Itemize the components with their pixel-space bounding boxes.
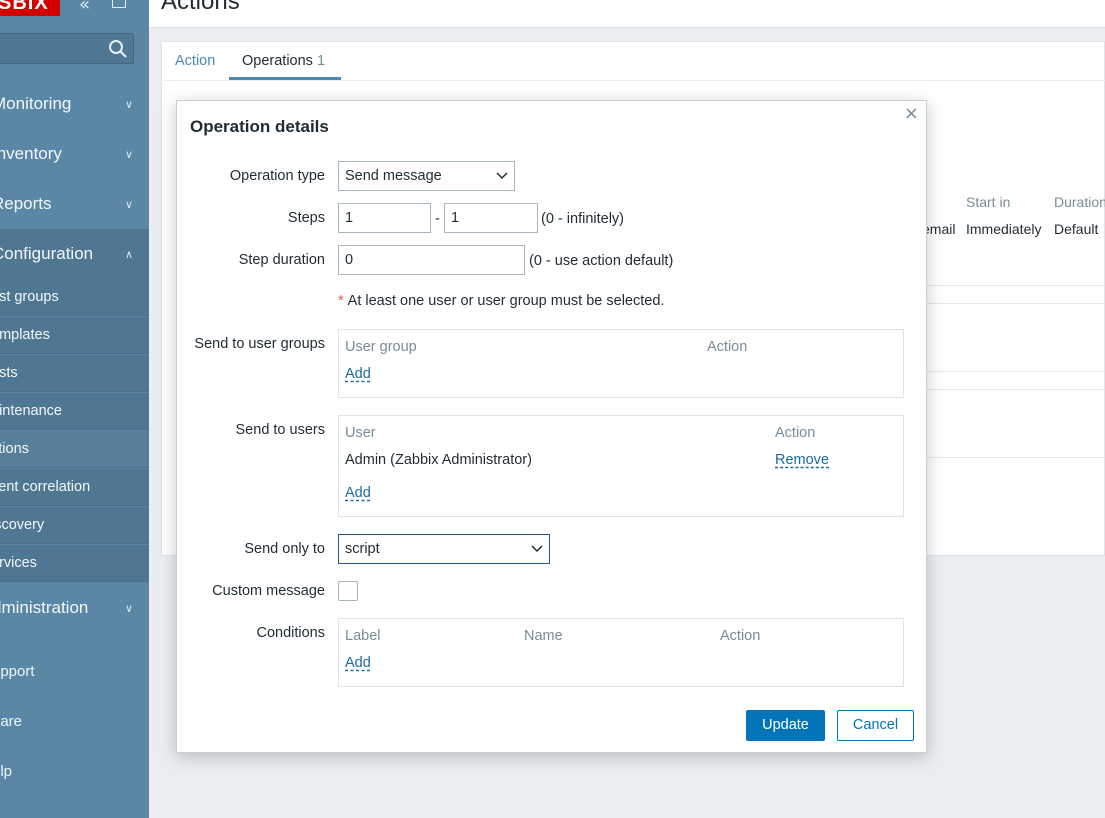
menu-administration-label: dministration [0,598,89,617]
dialog-title: Operation details [190,117,329,136]
user-groups-table: User group Action Add [338,329,904,398]
custom-message-checkbox[interactable] [338,581,358,601]
step-duration-hint: (0 - use action default) [529,253,674,269]
required-note: * At least one user or user group must be… [338,293,664,309]
add-user-link[interactable]: Add [345,485,371,501]
sidebar-item-hosts[interactable]: osts [0,355,149,392]
steps-hint: (0 - infinitely) [541,211,624,227]
custom-message-label: Custom message [212,583,325,599]
page-title: Actions [161,0,240,15]
close-icon[interactable]: × [904,103,919,124]
tab-operations[interactable]: Operations 1 [242,53,325,69]
menu-configuration-label: Configuration [0,244,94,263]
sidebar-item-actions[interactable]: ctions [0,431,149,468]
menu-configuration[interactable]: Configuration ∧ [0,229,149,279]
divider [926,457,1105,458]
divider [926,371,1105,372]
column-header-action: Action [775,425,816,441]
sidebar-item-discovery[interactable]: iscovery [0,507,149,544]
send-only-to-value: script [345,541,380,557]
collapse-sidebar-icon[interactable]: « [79,0,90,15]
column-header-action: Action [720,628,761,644]
steps-label: Steps [287,210,325,226]
chevron-down-icon [531,545,543,553]
chevron-up-icon: ∧ [124,248,133,261]
divider [926,285,1105,286]
header-bar [149,0,1105,28]
conditions-label: Conditions [256,625,325,641]
user-groups-label: Send to user groups [194,336,325,352]
sidebar-item-maintenance[interactable]: aintenance [0,393,149,430]
steps-from-input[interactable]: 1 [338,203,431,233]
operation-details-dialog: Operation details × Operation type Send … [176,100,927,753]
send-only-to-label: Send only to [244,541,325,557]
sidebar: SBIX « Monitoring ∨ Inventory ∨ Reports … [0,0,149,818]
tabs-bar: Action Operations 1 [161,41,1105,81]
sidebar-support-link[interactable]: upport [0,663,35,680]
step-duration-input[interactable]: 0 [338,245,525,275]
menu-monitoring-label: Monitoring [0,94,72,113]
operation-cell-start: Immediately [966,221,1042,237]
sidebar-help-link[interactable]: elp [0,763,12,780]
sidebar-share-link[interactable]: hare [0,713,22,730]
operation-cell-duration: Default [1054,221,1099,237]
operation-type-value: Send message [345,168,442,184]
add-condition-link[interactable]: Add [345,655,371,671]
divider [926,303,1105,304]
menu-monitoring[interactable]: Monitoring ∨ [0,79,149,129]
zabbix-logo[interactable]: SBIX [0,0,60,16]
update-button[interactable]: Update [746,710,825,741]
column-header-duration: Duration [1054,194,1105,210]
sidebar-item-event-correlation[interactable]: vent correlation [0,469,149,506]
remove-user-link[interactable]: Remove [775,452,829,468]
add-user-group-link[interactable]: Add [345,366,371,382]
chevron-down-icon: ∨ [124,148,133,161]
step-duration-label: Step duration [238,252,325,268]
chevron-down-icon: ∨ [124,98,133,111]
sidebar-item-templates[interactable]: emplates [0,317,149,354]
column-header-start-in: Start in [966,194,1011,210]
sidebar-item-services[interactable]: ervices [0,545,149,582]
sidebar-search-input[interactable] [0,33,134,64]
search-icon[interactable] [108,39,128,59]
menu-reports-label: Reports [0,194,52,213]
sidebar-item-host-groups[interactable]: ost groups [0,279,149,316]
cancel-button[interactable]: Cancel [837,710,914,741]
divider [926,389,1105,390]
chevron-down-icon [496,172,508,180]
tab-operations-label: Operations [242,53,313,69]
column-header-label: Label [345,628,381,644]
menu-inventory[interactable]: Inventory ∨ [0,129,149,179]
menu-inventory-label: Inventory [0,144,62,163]
required-asterisk: * [338,293,344,309]
operation-cell-email: email [922,221,956,237]
steps-separator: - [435,211,440,227]
active-tab-indicator [229,77,341,80]
operation-type-select[interactable]: Send message [338,161,515,191]
column-header-action: Action [707,339,748,355]
menu-administration[interactable]: dministration ∨ [0,583,149,633]
chevron-down-icon: ∨ [124,602,133,615]
tab-action[interactable]: Action [175,53,215,69]
kiosk-mode-icon[interactable] [112,0,126,8]
tab-operations-count: 1 [316,53,326,69]
user-cell: Admin (Zabbix Administrator) [345,452,532,468]
steps-to-input[interactable]: 1 [444,203,538,233]
operation-type-label: Operation type [229,168,325,184]
column-header-name: Name [524,628,563,644]
column-header-user-group: User group [345,339,417,355]
column-header-user: User [345,425,376,441]
send-only-to-select[interactable]: script [338,534,550,564]
conditions-table: Label Name Action Add [338,618,904,687]
required-note-text: At least one user or user group must be … [347,293,665,309]
users-table: User Action Admin (Zabbix Administrator)… [338,415,904,517]
users-label: Send to users [235,422,325,438]
chevron-down-icon: ∨ [124,198,133,211]
menu-reports[interactable]: Reports ∨ [0,179,149,229]
